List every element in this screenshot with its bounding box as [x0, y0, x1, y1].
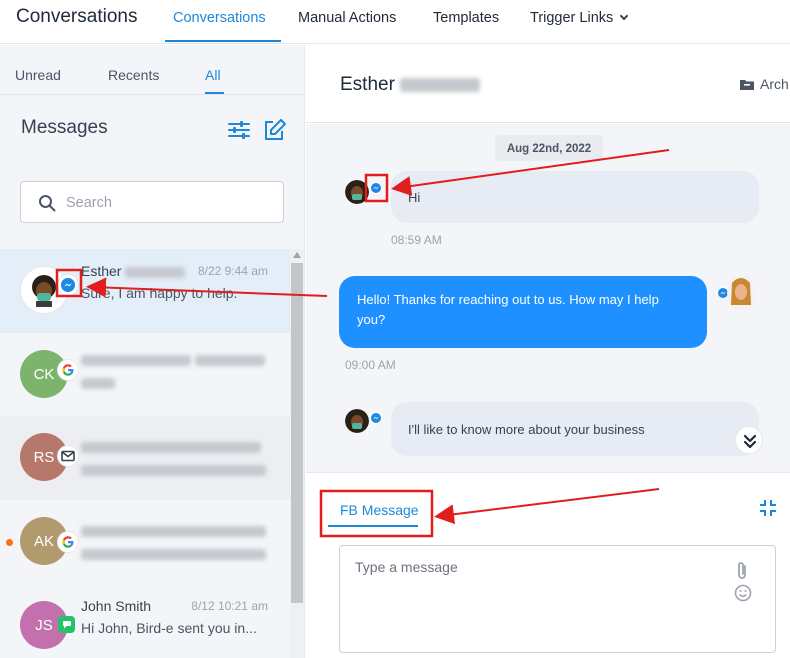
filter-tab-all[interactable]: All [205, 67, 221, 83]
messenger-icon [370, 182, 382, 194]
message-placeholder: Type a message [355, 559, 458, 575]
folder-icon [740, 79, 754, 90]
incoming-message-bubble: I'll like to know more about your busine… [391, 402, 759, 456]
redacted-preview [81, 461, 266, 477]
google-icon [58, 360, 78, 380]
compose-icon[interactable] [263, 119, 287, 141]
message-composer: FB Message Type a message [306, 472, 790, 658]
tab-trigger-links-label: Trigger Links [530, 10, 614, 26]
message-input[interactable]: Type a message [339, 545, 776, 653]
tab-templates[interactable]: Templates [433, 10, 499, 26]
contact-name: Esther [81, 263, 122, 279]
unread-indicator [6, 539, 13, 546]
conversation-item-esther[interactable]: Esther 8/22 9:44 am Sure, I am happy to … [0, 249, 290, 333]
conversation-item-john-smith[interactable]: JS John Smith 8/12 10:21 am Hi John, Bir… [0, 584, 290, 658]
sms-icon [58, 616, 75, 633]
conversation-item-rs[interactable]: RS [0, 416, 290, 500]
chat-contact-first-name: Esther [340, 74, 395, 95]
redacted-name [81, 525, 266, 537]
conversation-item-ck[interactable]: CK [0, 333, 290, 417]
redacted-text [81, 377, 115, 389]
composer-tab-underline [328, 525, 418, 527]
conversation-time: 8/22 9:44 am [197, 264, 268, 278]
app-title: Conversations [16, 6, 138, 27]
agent-avatar [727, 275, 755, 311]
email-icon [58, 446, 78, 466]
contact-avatar [345, 180, 369, 204]
filter-tab-recents[interactable]: Recents [108, 67, 159, 83]
archive-label: Arch [760, 76, 789, 92]
collapse-icon[interactable] [759, 499, 777, 517]
search-placeholder: Search [66, 195, 112, 211]
conversation-time: 8/12 10:21 am [191, 599, 268, 613]
active-tab-underline [165, 40, 281, 42]
scroll-up-arrow-icon[interactable] [293, 252, 301, 258]
tab-fb-message[interactable]: FB Message [340, 502, 419, 518]
redacted-surname [125, 266, 186, 278]
redacted-name [81, 441, 261, 453]
message-time: 09:00 AM [345, 358, 396, 372]
double-chevron-down-icon [743, 434, 757, 449]
chevron-down-icon [620, 11, 629, 21]
message-time: 08:59 AM [391, 233, 442, 247]
redacted-name [81, 354, 191, 366]
tab-conversations[interactable]: Conversations [173, 10, 266, 26]
redacted-surname [400, 77, 481, 92]
scroll-to-bottom-button[interactable] [735, 426, 763, 454]
redacted-text [81, 464, 266, 476]
contact-name: John Smith [81, 598, 152, 614]
tab-trigger-links[interactable]: Trigger Links [530, 10, 629, 26]
filter-settings-icon[interactable] [228, 120, 250, 140]
redacted-text [81, 548, 266, 560]
emoji-icon[interactable] [734, 584, 752, 602]
filter-tab-unread[interactable]: Unread [15, 67, 61, 83]
google-icon [58, 532, 78, 552]
chat-contact-name: Esther [340, 74, 481, 96]
chat-header: Esther Arch [306, 45, 790, 123]
chat-panel: Esther Arch Aug 22nd, 2022 Hi 08:59 AM H… [306, 45, 790, 658]
divider [0, 94, 304, 95]
messenger-icon [370, 412, 382, 424]
search-icon [39, 195, 56, 212]
conversation-preview: Hi John, Bird-e sent you in... [81, 620, 257, 636]
redacted-time [194, 354, 265, 366]
redacted-preview [81, 545, 266, 561]
incoming-message-bubble: Hi [391, 171, 759, 223]
conversation-item-ak[interactable]: AK [0, 500, 290, 584]
conversation-name: Esther [81, 263, 186, 279]
bitmoji-avatar-icon [32, 275, 56, 307]
conversation-preview: Sure, I am happy to help. [81, 285, 238, 301]
conversation-list-panel: Unread Recents All Messages Search Esthe… [0, 45, 305, 658]
redacted-conversation-name [81, 438, 261, 454]
date-separator: Aug 22nd, 2022 [495, 135, 603, 161]
redacted-preview [81, 374, 115, 390]
outgoing-message-bubble: Hello! Thanks for reaching out to us. Ho… [339, 276, 707, 348]
search-input[interactable]: Search [20, 181, 284, 223]
messages-heading: Messages [21, 117, 108, 138]
redacted-conversation-name [81, 351, 265, 367]
contact-avatar [345, 409, 369, 433]
redacted-conversation-name [81, 522, 266, 538]
archive-button[interactable]: Arch [739, 76, 789, 92]
scrollbar[interactable] [290, 249, 304, 658]
message-thread: Aug 22nd, 2022 Hi 08:59 AM Hello! Thanks… [306, 124, 790, 472]
messenger-icon [58, 275, 78, 295]
tab-manual-actions[interactable]: Manual Actions [298, 10, 396, 26]
top-navigation: Conversations Conversations Manual Actio… [0, 0, 790, 44]
attachment-icon[interactable] [734, 560, 750, 582]
scrollbar-thumb[interactable] [291, 263, 303, 603]
